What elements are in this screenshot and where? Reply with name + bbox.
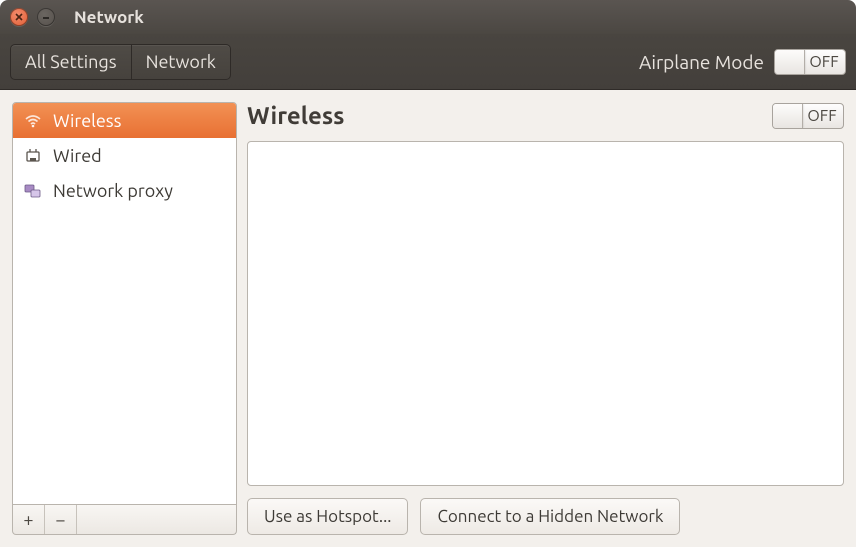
action-row: Use as Hotspot... Connect to a Hidden Ne… (247, 498, 844, 535)
connection-list: Wireless Wired (12, 102, 237, 505)
sidebar-column: Wireless Wired (12, 102, 237, 535)
breadcrumb-all-settings[interactable]: All Settings (10, 44, 132, 80)
toggle-knob (773, 104, 803, 128)
sidebar-item-wired[interactable]: Wired (13, 138, 236, 173)
header-bar: All Settings Network Airplane Mode OFF (0, 34, 856, 90)
connect-hidden-network-button[interactable]: Connect to a Hidden Network (420, 498, 680, 535)
content-header: Wireless OFF (247, 102, 844, 129)
ethernet-icon (23, 146, 43, 166)
wifi-icon (23, 111, 43, 131)
window-close-button[interactable] (10, 8, 28, 26)
close-icon (14, 12, 24, 22)
page-title: Wireless (247, 102, 345, 129)
wireless-network-list[interactable] (247, 141, 844, 486)
wireless-toggle[interactable]: OFF (772, 103, 844, 129)
sidebar-item-label: Wireless (53, 111, 121, 131)
proxy-icon (23, 181, 43, 201)
toggle-state-text: OFF (803, 107, 843, 125)
remove-connection-button[interactable]: − (45, 505, 77, 534)
sidebar-item-network-proxy[interactable]: Network proxy (13, 173, 236, 208)
body-area: Wireless Wired (0, 90, 856, 547)
airplane-mode-toggle[interactable]: OFF (774, 49, 846, 75)
breadcrumb: All Settings Network (10, 44, 231, 80)
toggle-state-text: OFF (805, 53, 845, 71)
sidebar-footer: + − (12, 505, 237, 535)
titlebar: Network (0, 0, 856, 34)
airplane-mode-area: Airplane Mode OFF (639, 49, 846, 75)
sidebar-item-label: Wired (53, 146, 102, 166)
add-connection-button[interactable]: + (13, 505, 45, 534)
window-minimize-button[interactable] (37, 8, 55, 26)
sidebar-item-wireless[interactable]: Wireless (13, 103, 236, 138)
use-as-hotspot-button[interactable]: Use as Hotspot... (247, 498, 408, 535)
content-panel: Wireless OFF Use as Hotspot... Connect t… (247, 102, 844, 535)
minimize-icon (41, 12, 51, 22)
breadcrumb-current[interactable]: Network (132, 44, 231, 80)
sidebar-item-label: Network proxy (53, 181, 173, 201)
window-title: Network (74, 8, 144, 27)
airplane-mode-label: Airplane Mode (639, 51, 764, 73)
toggle-knob (775, 50, 805, 74)
